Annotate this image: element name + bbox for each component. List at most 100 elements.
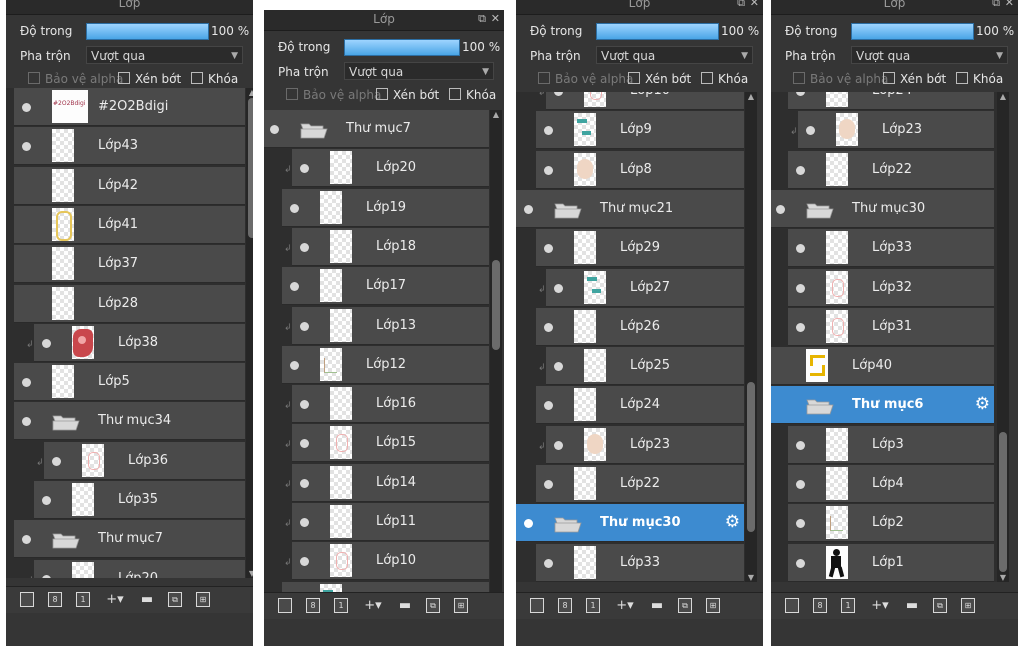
layer-row[interactable]: Thư mục7 (14, 520, 245, 559)
visibility-eye-icon[interactable] (22, 378, 31, 388)
layer-row[interactable]: Lớp35 (34, 481, 245, 519)
new-vector-layer-icon[interactable]: 8 (48, 592, 62, 607)
layer-row[interactable]: Lớp24 (788, 92, 994, 110)
new-vector-layer-icon[interactable]: 8 (306, 598, 320, 613)
visibility-eye-icon[interactable] (796, 244, 805, 254)
visibility-eye-icon[interactable] (544, 244, 553, 254)
visibility-eye-icon[interactable] (300, 518, 309, 527)
layer-row[interactable]: Lớp41 (14, 205, 245, 244)
visibility-eye-icon[interactable] (290, 282, 299, 292)
layer-row[interactable]: ↲ Lớp18 (284, 227, 489, 266)
visibility-eye-icon[interactable] (796, 558, 805, 568)
visibility-eye-icon[interactable] (544, 322, 553, 332)
layer-row[interactable]: Lớp19 (282, 188, 489, 227)
layer-row[interactable]: Lớp2 (788, 504, 994, 543)
duplicate-layer-icon[interactable]: ⧉ (168, 592, 182, 607)
visibility-eye-icon[interactable] (544, 558, 553, 568)
close-icon[interactable]: ✕ (750, 0, 759, 9)
merge-layer-icon[interactable]: ⊞ (196, 592, 210, 607)
layer-row[interactable]: Lớp33 (536, 543, 744, 582)
scroll-up-icon[interactable]: ▲ (246, 88, 253, 97)
layer-row[interactable]: Lớp1 (788, 543, 994, 582)
new-folder-icon[interactable]: ▬ (646, 598, 668, 613)
duplicate-layer-icon[interactable]: ⧉ (426, 598, 440, 613)
layer-row[interactable]: ↲ Lớp15 (284, 424, 489, 463)
visibility-eye-icon[interactable] (796, 92, 805, 96)
layer-row[interactable]: #2O2Bdigi #2O2Bdigi (14, 88, 245, 126)
visibility-eye-icon[interactable] (806, 126, 815, 136)
opacity-slider[interactable] (344, 39, 460, 56)
visibility-eye-icon[interactable] (544, 165, 553, 175)
layer-row[interactable]: Lớp3 (788, 425, 994, 464)
visibility-eye-icon[interactable] (270, 125, 279, 134)
layer-row[interactable]: Thư mục30 ⚙ (516, 504, 744, 543)
merge-layer-icon[interactable]: ⊞ (706, 598, 720, 613)
close-icon[interactable]: ✕ (491, 12, 500, 25)
layer-row[interactable]: ↲ Lớp13 (284, 306, 489, 345)
visibility-eye-icon[interactable] (554, 362, 563, 372)
scroll-down-icon[interactable]: ▼ (997, 573, 1009, 582)
scrollbar-thumb[interactable] (248, 98, 253, 238)
new-layer-icon[interactable] (785, 598, 799, 613)
layer-list-scrollbar[interactable]: ▲▼ (745, 92, 757, 582)
visibility-eye-icon[interactable] (544, 126, 553, 136)
visibility-eye-icon[interactable] (22, 103, 31, 112)
visibility-eye-icon[interactable] (300, 478, 309, 488)
visibility-eye-icon[interactable] (300, 164, 309, 174)
new-1bit-layer-icon[interactable]: 1 (76, 592, 90, 607)
layer-row[interactable]: Lớp4 (788, 465, 994, 503)
duplicate-layer-icon[interactable]: ⧉ (933, 598, 947, 613)
checkbox-clipping[interactable]: Xén bớt (628, 72, 691, 86)
layer-row[interactable]: Lớp24 (536, 386, 744, 425)
visibility-eye-icon[interactable] (22, 417, 31, 427)
layer-row[interactable]: Thư mục21 (516, 189, 744, 228)
layer-row[interactable]: Thư mục6 ⚙ (771, 386, 994, 425)
new-1bit-layer-icon[interactable]: 1 (586, 598, 600, 613)
add-layer-menu-icon[interactable]: +▾ (614, 598, 636, 613)
layer-row[interactable]: ↲ Lớp38 (26, 323, 245, 362)
layer-row[interactable]: Lớp22 (788, 150, 994, 189)
merge-layer-icon[interactable]: ⊞ (961, 598, 975, 613)
new-vector-layer-icon[interactable]: 8 (813, 598, 827, 613)
visibility-eye-icon[interactable] (796, 519, 805, 529)
layer-row[interactable]: Lớp5 (14, 363, 245, 402)
layer-row[interactable]: ↲ Lớp16 (284, 385, 489, 424)
checkbox-clipping[interactable]: Xén bớt (118, 72, 181, 86)
scrollbar-thumb[interactable] (999, 432, 1007, 572)
scroll-down-icon[interactable]: ▼ (745, 573, 757, 582)
duplicate-layer-icon[interactable]: ⧉ (678, 598, 692, 613)
visibility-eye-icon[interactable] (290, 360, 299, 370)
layer-row[interactable]: ↲ Lớp20 (26, 559, 245, 578)
layer-row[interactable]: ↲ Lớp27 (538, 268, 744, 307)
merge-layer-icon[interactable]: ⊞ (454, 598, 468, 613)
visibility-eye-icon[interactable] (796, 322, 805, 332)
layer-row[interactable]: ↲ Lớp20 (284, 149, 489, 188)
scroll-up-icon[interactable]: ▲ (490, 110, 502, 119)
layer-row[interactable]: Lớp17 (282, 267, 489, 306)
layer-row[interactable]: ↲ Lớp11 (284, 503, 489, 541)
opacity-slider[interactable] (86, 23, 209, 40)
layer-row[interactable]: Lớp31 (788, 307, 994, 346)
new-vector-layer-icon[interactable]: 8 (558, 598, 572, 613)
checkbox-lock[interactable]: Khóa (956, 72, 1003, 86)
layer-row[interactable]: ↲ Lớp10 (284, 542, 489, 581)
visibility-eye-icon[interactable] (796, 440, 805, 450)
visibility-eye-icon[interactable] (796, 165, 805, 175)
new-layer-icon[interactable] (530, 598, 544, 613)
layer-row[interactable]: Lớp33 (788, 229, 994, 268)
layer-list-scrollbar[interactable]: ▲▼ (997, 92, 1009, 582)
layer-row[interactable]: ↲ Lớp10 (538, 92, 744, 110)
scrollbar-thumb[interactable] (747, 382, 755, 532)
layer-row[interactable]: Lớp42 (14, 166, 245, 205)
float-window-icon[interactable]: ⧉ (737, 0, 745, 10)
layer-row[interactable]: Lớp37 (14, 245, 245, 284)
checkbox-lock[interactable]: Khóa (701, 72, 748, 86)
visibility-eye-icon[interactable] (554, 283, 563, 293)
visibility-eye-icon[interactable] (290, 203, 299, 213)
visibility-eye-icon[interactable] (300, 321, 309, 331)
layer-row[interactable]: Thư mục7 (264, 110, 489, 148)
float-window-icon[interactable]: ⧉ (478, 12, 486, 26)
layer-row[interactable]: Lớp40 (771, 347, 994, 386)
layer-row[interactable]: Thư mục30 (771, 189, 994, 228)
layer-row[interactable]: Lớp32 (788, 268, 994, 307)
